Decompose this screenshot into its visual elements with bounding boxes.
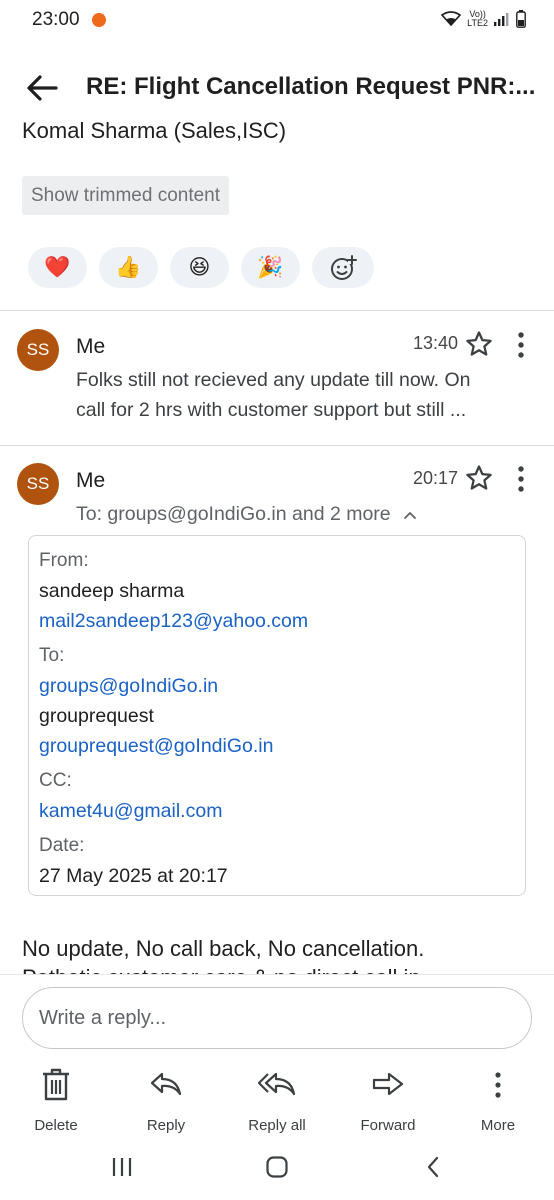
status-time: 23:00 xyxy=(32,9,80,30)
from-name: sandeep sharma xyxy=(39,580,185,602)
message-body-line: No update, No call back, No cancellation… xyxy=(22,936,425,961)
message-time: 13:40 xyxy=(412,333,458,353)
message-sender: Me xyxy=(76,335,106,358)
to-email-link[interactable]: groups@goIndiGo.in xyxy=(39,671,515,701)
message-collapsed[interactable]: SS Me 13:40 Folks still not recieved any… xyxy=(0,311,554,445)
recipients-summary: To: groups@goIndiGo.in and 2 more xyxy=(76,503,391,525)
show-trimmed-content-button[interactable]: Show trimmed content xyxy=(22,176,230,215)
reaction-bar: ❤️ 👍 😆 🎉 xyxy=(28,247,374,288)
star-icon xyxy=(466,465,492,490)
back-button[interactable] xyxy=(24,70,64,106)
home-button[interactable] xyxy=(257,1152,297,1182)
to-email-link[interactable]: grouprequest@goIndiGo.in xyxy=(39,731,515,761)
date-label: Date: xyxy=(39,835,85,856)
message-snippet: Folks still not recieved any update till… xyxy=(76,369,471,421)
wifi-icon xyxy=(441,11,462,27)
back-arrow-icon xyxy=(27,75,58,101)
sender-signature: Komal Sharma (Sales,ISC) xyxy=(22,118,287,143)
recent-apps-icon xyxy=(112,1158,132,1176)
recipients-toggle[interactable]: To: groups@goIndiGo.in and 2 more xyxy=(76,503,417,526)
message-body-line: Pathetic customer care & no direct call … xyxy=(22,964,421,974)
message-details-card: From: sandeep sharma mail2sandeep123@yah… xyxy=(28,535,526,896)
cc-email-link[interactable]: kamet4u@gmail.com xyxy=(39,796,515,826)
signal-icon xyxy=(494,13,509,26)
message-more-button[interactable] xyxy=(514,464,528,494)
more-label: More xyxy=(480,1117,516,1134)
system-nav-bar xyxy=(0,1142,554,1192)
battery-icon xyxy=(516,10,526,28)
reaction-laugh-button[interactable]: 😆 xyxy=(170,247,229,288)
notification-dot-icon xyxy=(92,13,106,27)
reaction-thumbs-up-button[interactable]: 👍 xyxy=(99,247,158,288)
back-chevron-icon xyxy=(427,1156,439,1178)
avatar: SS xyxy=(17,463,59,505)
delete-label: Delete xyxy=(34,1117,78,1134)
action-bar: Delete Reply Reply all Forward More xyxy=(0,1067,554,1137)
reply-icon xyxy=(150,1072,182,1096)
forward-icon xyxy=(372,1072,404,1096)
star-button[interactable] xyxy=(464,463,494,493)
recent-apps-button[interactable] xyxy=(102,1152,142,1182)
add-reaction-button[interactable] xyxy=(312,247,374,288)
chevron-up-icon xyxy=(403,511,416,519)
forward-label: Forward xyxy=(360,1117,416,1134)
to-label: To: xyxy=(39,645,65,666)
star-icon xyxy=(466,331,492,356)
reaction-party-button[interactable]: 🎉 xyxy=(241,247,300,288)
more-vert-icon xyxy=(518,332,524,358)
add-emoji-icon xyxy=(331,254,357,280)
status-bar: 23:00 Vo)) LTE2 xyxy=(0,0,554,40)
message-sender: Me xyxy=(76,469,106,492)
back-nav-button[interactable] xyxy=(413,1152,453,1182)
email-subject: RE: Flight Cancellation Request PNR:... xyxy=(86,73,536,100)
forward-button[interactable]: Forward xyxy=(333,1067,443,1134)
avatar: SS xyxy=(17,329,59,371)
from-label: From: xyxy=(39,550,89,571)
to-name: grouprequest xyxy=(39,705,154,727)
reply-input[interactable]: Write a reply... xyxy=(22,987,532,1049)
reaction-heart-button[interactable]: ❤️ xyxy=(28,247,87,288)
message-more-button[interactable] xyxy=(514,330,528,360)
lte-indicator: Vo)) LTE2 xyxy=(467,9,488,28)
app-header: RE: Flight Cancellation Request PNR:... xyxy=(0,58,554,118)
more-vert-icon xyxy=(518,466,524,492)
message-time: 20:17 xyxy=(412,468,458,488)
more-vert-icon xyxy=(495,1072,501,1098)
delete-button[interactable]: Delete xyxy=(1,1067,111,1134)
date-value: 27 May 2025 at 20:17 xyxy=(39,865,228,887)
reply-all-label: Reply all xyxy=(248,1117,306,1134)
trash-icon xyxy=(43,1068,69,1101)
status-icons: Vo)) LTE2 xyxy=(441,10,526,28)
reply-label: Reply xyxy=(146,1117,186,1134)
more-actions-button[interactable]: More xyxy=(443,1067,553,1134)
home-icon xyxy=(266,1156,288,1178)
reply-button[interactable]: Reply xyxy=(111,1067,221,1134)
cc-label: CC: xyxy=(39,770,72,791)
reply-all-icon xyxy=(258,1072,296,1096)
star-button[interactable] xyxy=(464,329,494,359)
from-email-link[interactable]: mail2sandeep123@yahoo.com xyxy=(39,606,515,636)
reply-all-button[interactable]: Reply all xyxy=(222,1067,332,1134)
